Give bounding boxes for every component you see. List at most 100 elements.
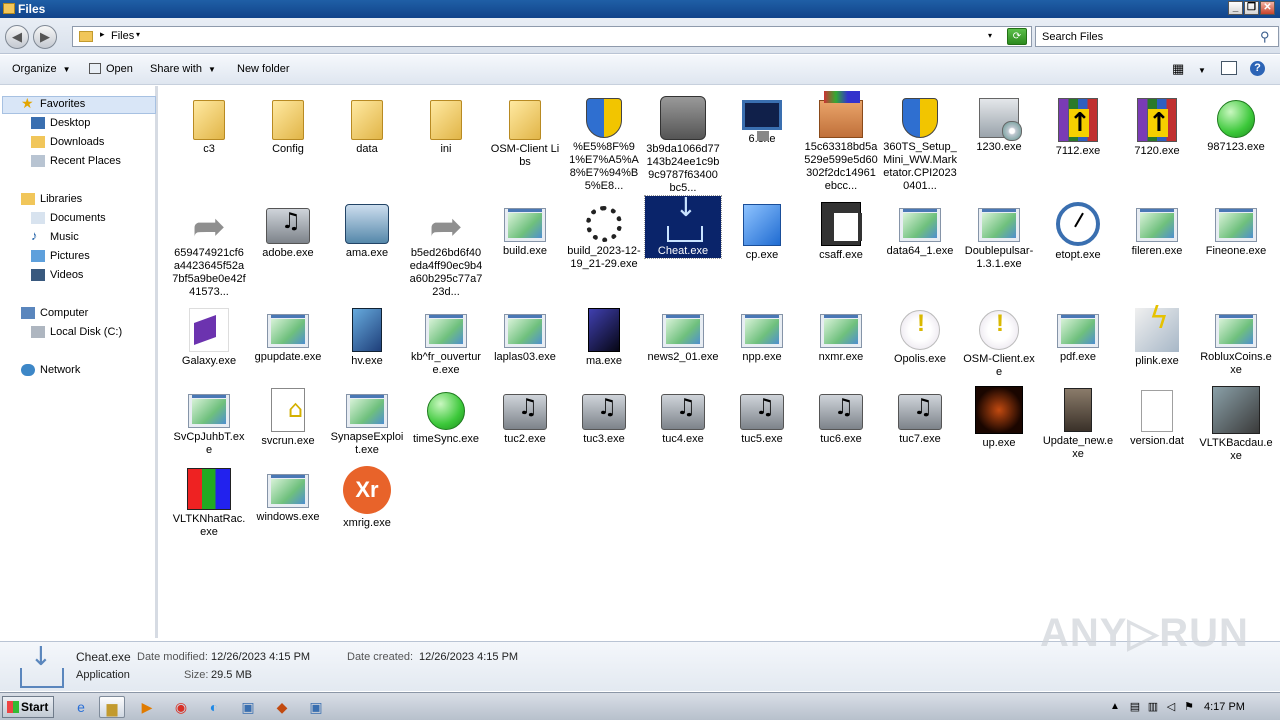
file-item[interactable]: ma.exe — [566, 302, 642, 368]
chevron-down-icon[interactable]: ▾ — [136, 30, 140, 39]
nav-libraries[interactable]: Libraries — [21, 190, 82, 208]
tray-expand-icon[interactable]: ▲ — [1107, 696, 1123, 718]
chevron-right-icon[interactable]: ▸ — [100, 29, 105, 40]
file-item[interactable]: 1230.exe — [961, 90, 1037, 154]
minimize-button[interactable]: _ — [1228, 1, 1243, 15]
file-item[interactable]: tuc7.exe — [882, 382, 958, 446]
file-item[interactable]: build_2023-12-19_21-29.exe — [566, 196, 642, 271]
nav-recent-places[interactable]: Recent Places — [31, 152, 121, 170]
nav-network[interactable]: Network — [21, 361, 80, 379]
file-item[interactable]: kb^fr_ouverture.exe — [408, 302, 484, 377]
file-item[interactable]: c3 — [171, 90, 247, 156]
file-item[interactable]: ama.exe — [329, 196, 405, 260]
nav-videos[interactable]: Videos — [31, 266, 83, 284]
file-item[interactable]: windows.exe — [250, 462, 326, 524]
up-app-icon[interactable]: ◆ — [269, 696, 295, 718]
view-dropdown-icon[interactable]: ▼ — [1198, 66, 1206, 75]
file-item[interactable]: gpupdate.exe — [250, 302, 326, 364]
file-item[interactable]: news2_01.exe — [645, 302, 721, 364]
file-item[interactable]: Fineone.exe — [1198, 196, 1274, 258]
address-field[interactable]: ▸ Files ▾ ▾ ⟳ — [72, 26, 1032, 47]
file-item[interactable]: csaff.exe — [803, 196, 879, 262]
file-item[interactable]: tuc4.exe — [645, 382, 721, 446]
nav-computer[interactable]: Computer — [21, 304, 88, 322]
file-item[interactable]: Update_new.exe — [1040, 382, 1116, 461]
network-tray-icon[interactable]: ▥ — [1145, 696, 1161, 718]
file-item[interactable]: 3b9da1066d77143b24ee1c9b9c9787f63400bc5.… — [645, 90, 721, 195]
file-item[interactable]: up.exe — [961, 382, 1037, 450]
app-window-icon[interactable]: ▣ — [235, 696, 261, 718]
explorer-icon[interactable]: ▆ — [99, 696, 125, 718]
file-item[interactable]: build.exe — [487, 196, 563, 258]
help-icon[interactable]: ? — [1250, 61, 1265, 76]
clock[interactable]: 4:17 PM — [1204, 701, 1245, 713]
forward-button[interactable]: ▶ — [33, 25, 57, 49]
file-item[interactable]: Config — [250, 90, 326, 156]
file-item[interactable]: SvCpJuhbT.exe — [171, 382, 247, 457]
media-player-icon[interactable]: ▶ — [134, 696, 160, 718]
view-options-icon[interactable]: ▦ — [1172, 61, 1184, 77]
file-item[interactable]: laplas03.exe — [487, 302, 563, 364]
file-item[interactable]: data64_1.exe — [882, 196, 958, 258]
file-item[interactable]: svcrun.exe — [250, 382, 326, 448]
file-item[interactable]: ➦ b5ed26bd6f40eda4ff90ec9b4a60b295c77a723… — [408, 196, 484, 299]
new-folder-button[interactable]: New folder — [237, 63, 290, 75]
chrome-icon[interactable]: ◉ — [168, 696, 194, 718]
search-input[interactable]: Search Files ⚲ — [1035, 26, 1279, 47]
nav-music[interactable]: ♪ Music — [31, 228, 79, 246]
app-window-icon[interactable]: ▣ — [303, 696, 329, 718]
file-item[interactable]: Opolis.exe — [882, 302, 958, 366]
file-item[interactable]: 7120.exe — [1119, 90, 1195, 158]
share-with-button[interactable]: Share with ▼ — [150, 63, 216, 75]
file-item[interactable]: 360TS_Setup_Mini_WW.Marketator.CPI202304… — [882, 90, 958, 193]
file-item[interactable]: tuc3.exe — [566, 382, 642, 446]
organize-button[interactable]: Organize ▼ — [12, 63, 71, 75]
address-history-dropdown[interactable]: ▾ — [988, 31, 992, 40]
file-item[interactable]: plink.exe — [1119, 302, 1195, 368]
breadcrumb-files[interactable]: Files — [111, 30, 134, 42]
file-item[interactable]: Xr xmrig.exe — [329, 462, 405, 530]
file-item[interactable]: 7112.exe — [1040, 90, 1116, 158]
file-item[interactable]: 6.exe — [724, 90, 800, 146]
file-item[interactable]: Doublepulsar-1.3.1.exe — [961, 196, 1037, 271]
file-item[interactable]: VLTKNhatRac.exe — [171, 462, 247, 539]
nav-pictures[interactable]: Pictures — [31, 247, 90, 265]
tray-app-icon[interactable]: ▤ — [1127, 696, 1143, 718]
file-item[interactable]: tuc6.exe — [803, 382, 879, 446]
nav-documents[interactable]: Documents — [31, 209, 106, 227]
preview-pane-icon[interactable] — [1221, 61, 1237, 75]
restore-button[interactable]: ❐ — [1244, 1, 1259, 15]
file-item[interactable]: data — [329, 90, 405, 156]
file-item[interactable]: version.dat — [1119, 382, 1195, 448]
file-item[interactable]: pdf.exe — [1040, 302, 1116, 364]
file-item[interactable]: nxmr.exe — [803, 302, 879, 364]
file-item[interactable]: adobe.exe — [250, 196, 326, 260]
file-item[interactable]: RobluxCoins.exe — [1198, 302, 1274, 377]
start-button[interactable]: Start — [2, 696, 54, 718]
nav-downloads[interactable]: Downloads — [31, 133, 104, 151]
file-item[interactable]: cp.exe — [724, 196, 800, 262]
back-button[interactable]: ◀ — [5, 25, 29, 49]
close-button[interactable]: ✕ — [1260, 1, 1275, 15]
file-item[interactable]: tuc5.exe — [724, 382, 800, 446]
file-item[interactable]: 987123.exe — [1198, 90, 1274, 154]
file-item[interactable]: Cheat.exe — [644, 195, 722, 259]
open-button[interactable]: Open — [89, 63, 133, 75]
file-item[interactable]: OSM-Client.exe — [961, 302, 1037, 379]
file-item[interactable]: %E5%8F%91%E7%A5%A8%E7%94%B5%E8... — [566, 90, 642, 193]
file-item[interactable]: OSM-Client Libs — [487, 90, 563, 169]
nav-local-disk[interactable]: Local Disk (C:) — [31, 323, 122, 341]
file-item[interactable]: ➦ 659474921cf6a4423645f52a7bf5a9be0e42f41… — [171, 196, 247, 299]
ie-icon[interactable]: e — [68, 696, 94, 718]
file-item[interactable]: 15c63318bd5a529e599e5d60302f2dc14961ebcc… — [803, 90, 879, 193]
file-item[interactable]: npp.exe — [724, 302, 800, 364]
edge-icon[interactable]: ◐ — [201, 696, 227, 718]
file-item[interactable]: timeSync.exe — [408, 382, 484, 446]
file-item[interactable]: Galaxy.exe — [171, 302, 247, 368]
file-item[interactable]: VLTKBacdau.exe — [1198, 382, 1274, 463]
file-item[interactable]: fileren.exe — [1119, 196, 1195, 258]
flag-icon[interactable]: ⚑ — [1181, 696, 1197, 718]
file-item[interactable]: SynapseExploit.exe — [329, 382, 405, 457]
file-item[interactable]: etopt.exe — [1040, 196, 1116, 262]
file-item[interactable]: ini — [408, 90, 484, 156]
